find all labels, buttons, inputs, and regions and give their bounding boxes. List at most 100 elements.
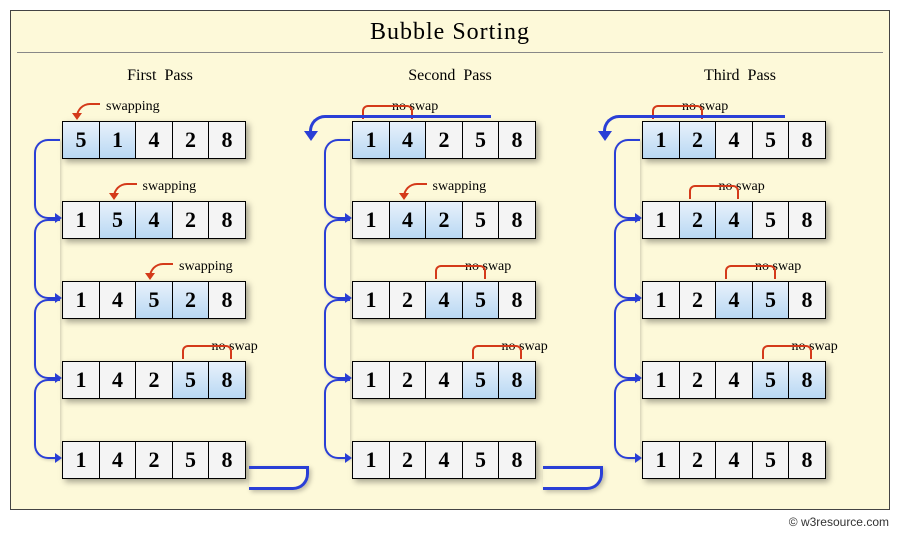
array-cell: 1 [642,361,680,399]
connector-pass3-incoming [603,115,785,137]
array-row: 12458no swap [600,339,880,419]
array-cell: 5 [99,201,137,239]
array-cell: 4 [715,281,753,319]
array-row: 14258 swapping [310,179,590,259]
array: 12458 [642,201,826,239]
array-cell: 8 [498,121,536,159]
array-cell: 8 [498,281,536,319]
array-cell: 5 [752,361,790,399]
array-cell: 8 [208,441,246,479]
array-cell: 4 [135,121,173,159]
array-cell: 1 [352,441,390,479]
swap-label: swapping [143,179,197,195]
array-cell: 1 [62,201,100,239]
array-cell: 4 [715,441,753,479]
array-cell: 8 [498,361,536,399]
swap-label: swapping [179,259,233,275]
array-cell: 4 [135,201,173,239]
array-cell: 2 [389,441,427,479]
array-cell: 1 [642,201,680,239]
row-connector-icon [34,139,60,219]
pass-title: Second Pass [310,59,590,99]
row-connector-icon [614,219,640,299]
array-cell: 8 [208,281,246,319]
array-cell: 2 [389,361,427,399]
array-cell: 5 [462,281,500,319]
array-cell: 4 [715,201,753,239]
array: 14258 [352,201,536,239]
diagram-canvas: Bubble Sorting First Pass51428swapping15… [10,10,890,510]
noswap-bracket-icon [435,265,486,279]
noswap-bracket-icon [762,345,813,359]
array-cell: 1 [642,281,680,319]
swap-arrow-icon [403,183,427,197]
row-connector-icon [324,139,350,219]
row-connector-icon [34,219,60,299]
noswap-bracket-icon [472,345,523,359]
array-cell: 1 [352,361,390,399]
array-cell: 1 [642,441,680,479]
row-connector-icon [614,139,640,219]
array-cell: 1 [62,441,100,479]
array-cell: 5 [752,281,790,319]
array-cell: 8 [208,201,246,239]
array-row: 51428 swapping [20,99,300,179]
swap-label: swapping [106,99,160,115]
pass-title: Third Pass [600,59,880,99]
array-row: 14528swapping [20,259,300,339]
array-cell: 4 [425,281,463,319]
array: 12458 [352,441,536,479]
array: 15428 [62,201,246,239]
array: 51428 [62,121,246,159]
array-cell: 2 [172,121,210,159]
array-cell: 2 [389,281,427,319]
array-row: 12458no swap [310,339,590,419]
array-cell: 5 [462,441,500,479]
array-cell: 5 [752,201,790,239]
array-row: 12458no swap [600,99,880,179]
row-connector-icon [614,379,640,459]
array-cell: 2 [172,201,210,239]
array-cell: 8 [788,361,826,399]
connector-pass2-to-pass3 [543,466,603,490]
array-cell: 4 [99,361,137,399]
pass-column: First Pass51428swapping15428swapping1452… [20,59,300,479]
array-cell: 8 [788,201,826,239]
array-cell: 4 [99,281,137,319]
array-cell: 8 [498,441,536,479]
array-row: 14258no swap [310,99,590,179]
array: 12458 [352,361,536,399]
credit-text: © w3resource.com [789,515,889,529]
row-connector-icon [324,299,350,379]
array-row: 12458no swap [600,259,880,339]
array-cell: 8 [208,121,246,159]
array-cell: 5 [135,281,173,319]
array-cell: 4 [715,361,753,399]
swap-arrow-icon [113,183,137,197]
array-cell: 2 [679,281,717,319]
array-cell: 2 [679,361,717,399]
array: 12458 [642,361,826,399]
connector-pass1-to-pass2 [249,466,309,490]
array-row: 15428 swapping [20,179,300,259]
array-cell: 5 [172,361,210,399]
array-cell: 4 [99,441,137,479]
array-cell: 1 [62,281,100,319]
array-cell: 5 [462,361,500,399]
array-cell: 5 [752,441,790,479]
swap-arrow-icon [149,263,173,277]
array-cell: 8 [788,281,826,319]
array-cell: 1 [62,361,100,399]
row-connector-icon [614,299,640,379]
array-cell: 2 [425,201,463,239]
array-cell: 1 [99,121,137,159]
array-cell: 2 [135,441,173,479]
array-row: 12458no swap [310,259,590,339]
array-cell: 8 [498,201,536,239]
array-row: 12458no swap [600,179,880,259]
array-cell: 1 [352,281,390,319]
array-cell: 4 [425,441,463,479]
swap-arrow-icon [76,103,100,117]
array-cell: 2 [679,201,717,239]
swap-label: swapping [433,179,487,195]
